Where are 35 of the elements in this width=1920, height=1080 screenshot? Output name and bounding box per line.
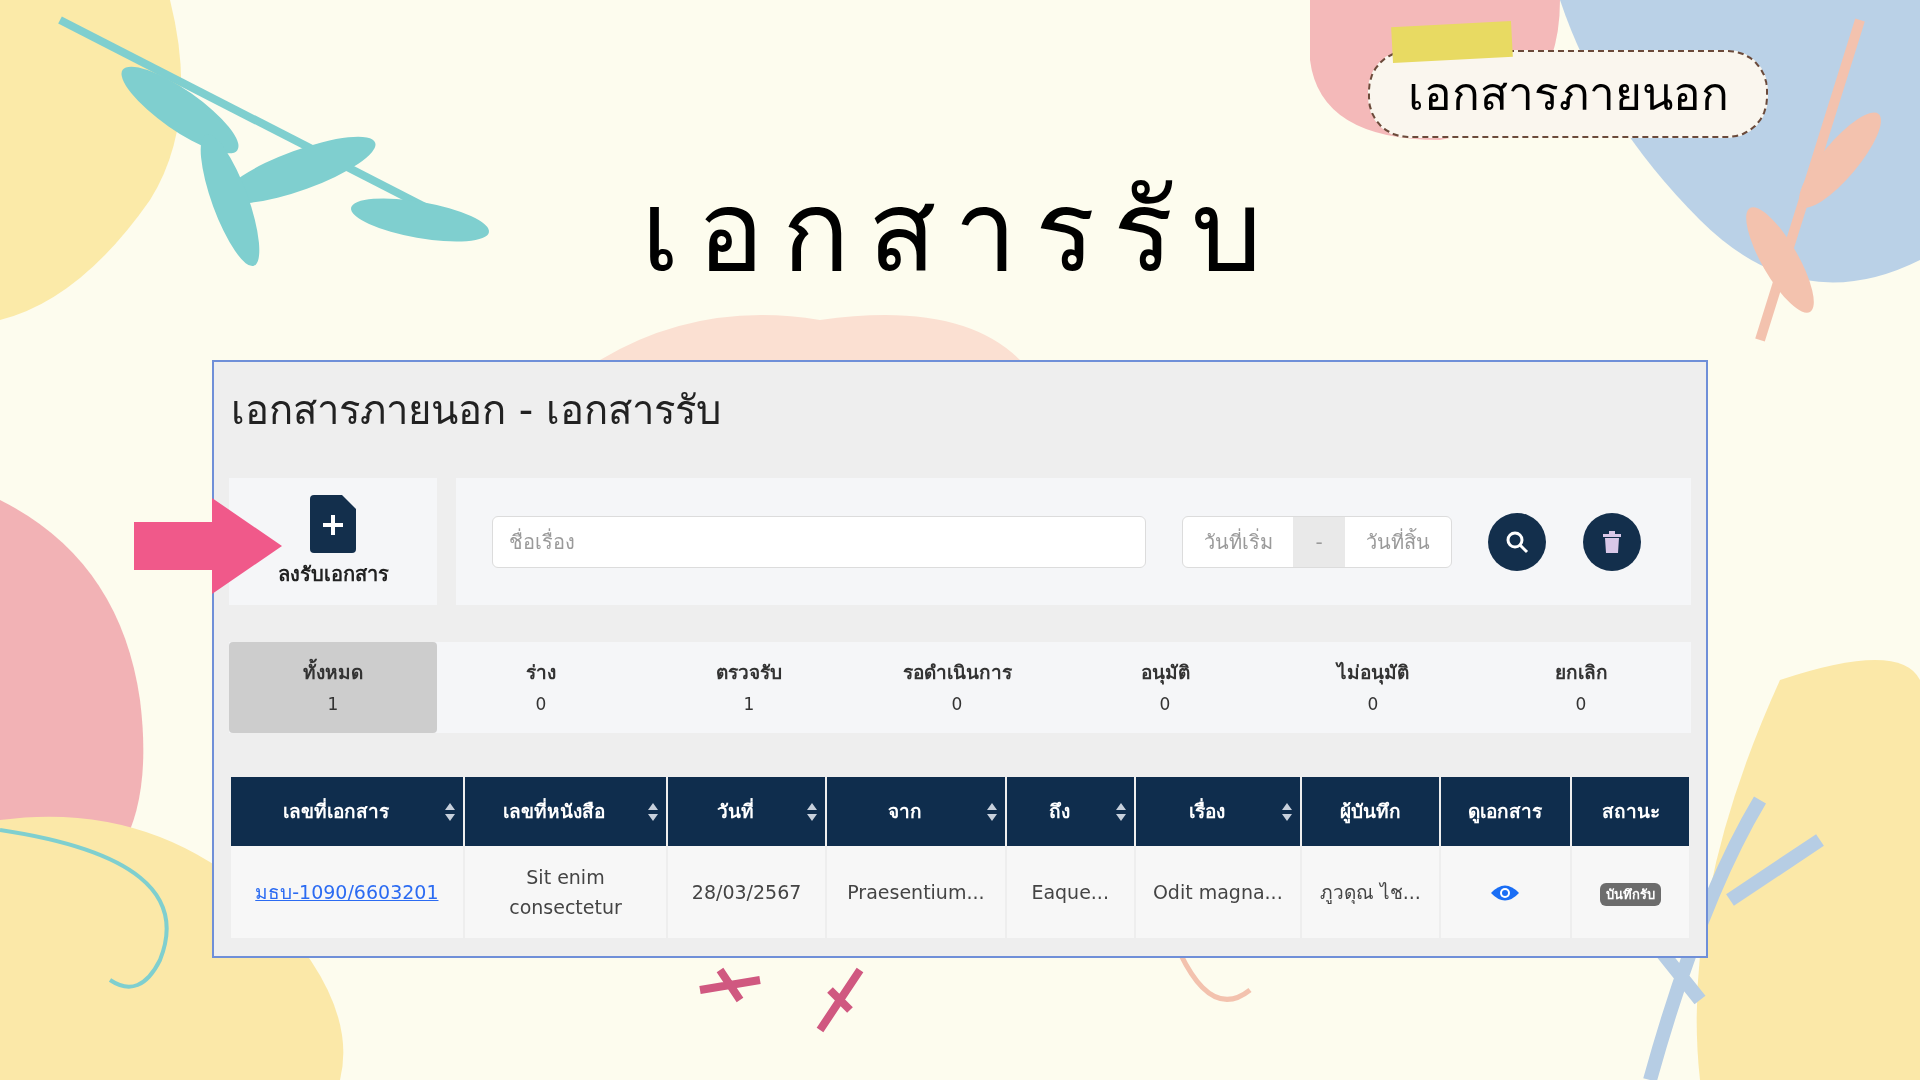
status-tab[interactable]: ทั้งหมด 1 (229, 642, 437, 733)
table-cell: 28/03/2567 (691, 880, 802, 903)
sticker-label: เอกสารภายนอก (1368, 50, 1768, 138)
sort-icon[interactable] (648, 802, 659, 821)
file-plus-icon (310, 494, 356, 553)
sort-icon[interactable] (807, 802, 817, 821)
status-tab[interactable]: ร่าง 0 (437, 642, 645, 733)
clear-button[interactable] (1583, 512, 1641, 571)
search-icon (1505, 529, 1529, 554)
status-badge: บันทึกรับ (1600, 882, 1662, 907)
table-cell: Odit magna... (1152, 880, 1283, 903)
sort-icon[interactable] (1115, 802, 1126, 821)
slide-title: เอกสารรับ (640, 170, 1280, 294)
table-cell: Sit enim consectetur (509, 865, 622, 918)
document-link[interactable]: มธบ-1090/6603201 (255, 880, 439, 903)
trash-icon (1603, 530, 1621, 553)
table-cell: Praesentium... (847, 880, 985, 903)
status-tab[interactable]: รอดำเนินการ 0 (853, 642, 1061, 733)
search-field[interactable]: ชื่อเรื่อง (492, 515, 1146, 568)
table-cell: ภูวดุณ ไช... (1319, 880, 1421, 903)
sort-icon[interactable] (986, 802, 997, 821)
start-date-placeholder: วันที่เริ่ม (1202, 527, 1274, 556)
end-date-placeholder: วันที่สิ้น (1365, 527, 1431, 556)
status-tab[interactable]: ไม่อนุมัติ 0 (1269, 642, 1477, 733)
add-document-button[interactable]: ลงรับเอกสาร (229, 478, 437, 605)
search-button[interactable] (1488, 512, 1546, 571)
status-tab[interactable]: ตรวจรับ 1 (645, 642, 853, 733)
table-cell: Eaque... (1031, 880, 1109, 903)
status-tab[interactable]: อนุมัติ 0 (1061, 642, 1269, 733)
status-tab[interactable]: ยกเลิก 0 (1477, 642, 1685, 733)
eye-icon[interactable] (1491, 884, 1520, 903)
sort-icon[interactable] (1282, 802, 1293, 821)
sort-icon[interactable] (444, 802, 455, 821)
date-separator: - (1293, 516, 1345, 567)
window-title: เอกสารภายนอก - เอกสารรับ (230, 386, 722, 435)
